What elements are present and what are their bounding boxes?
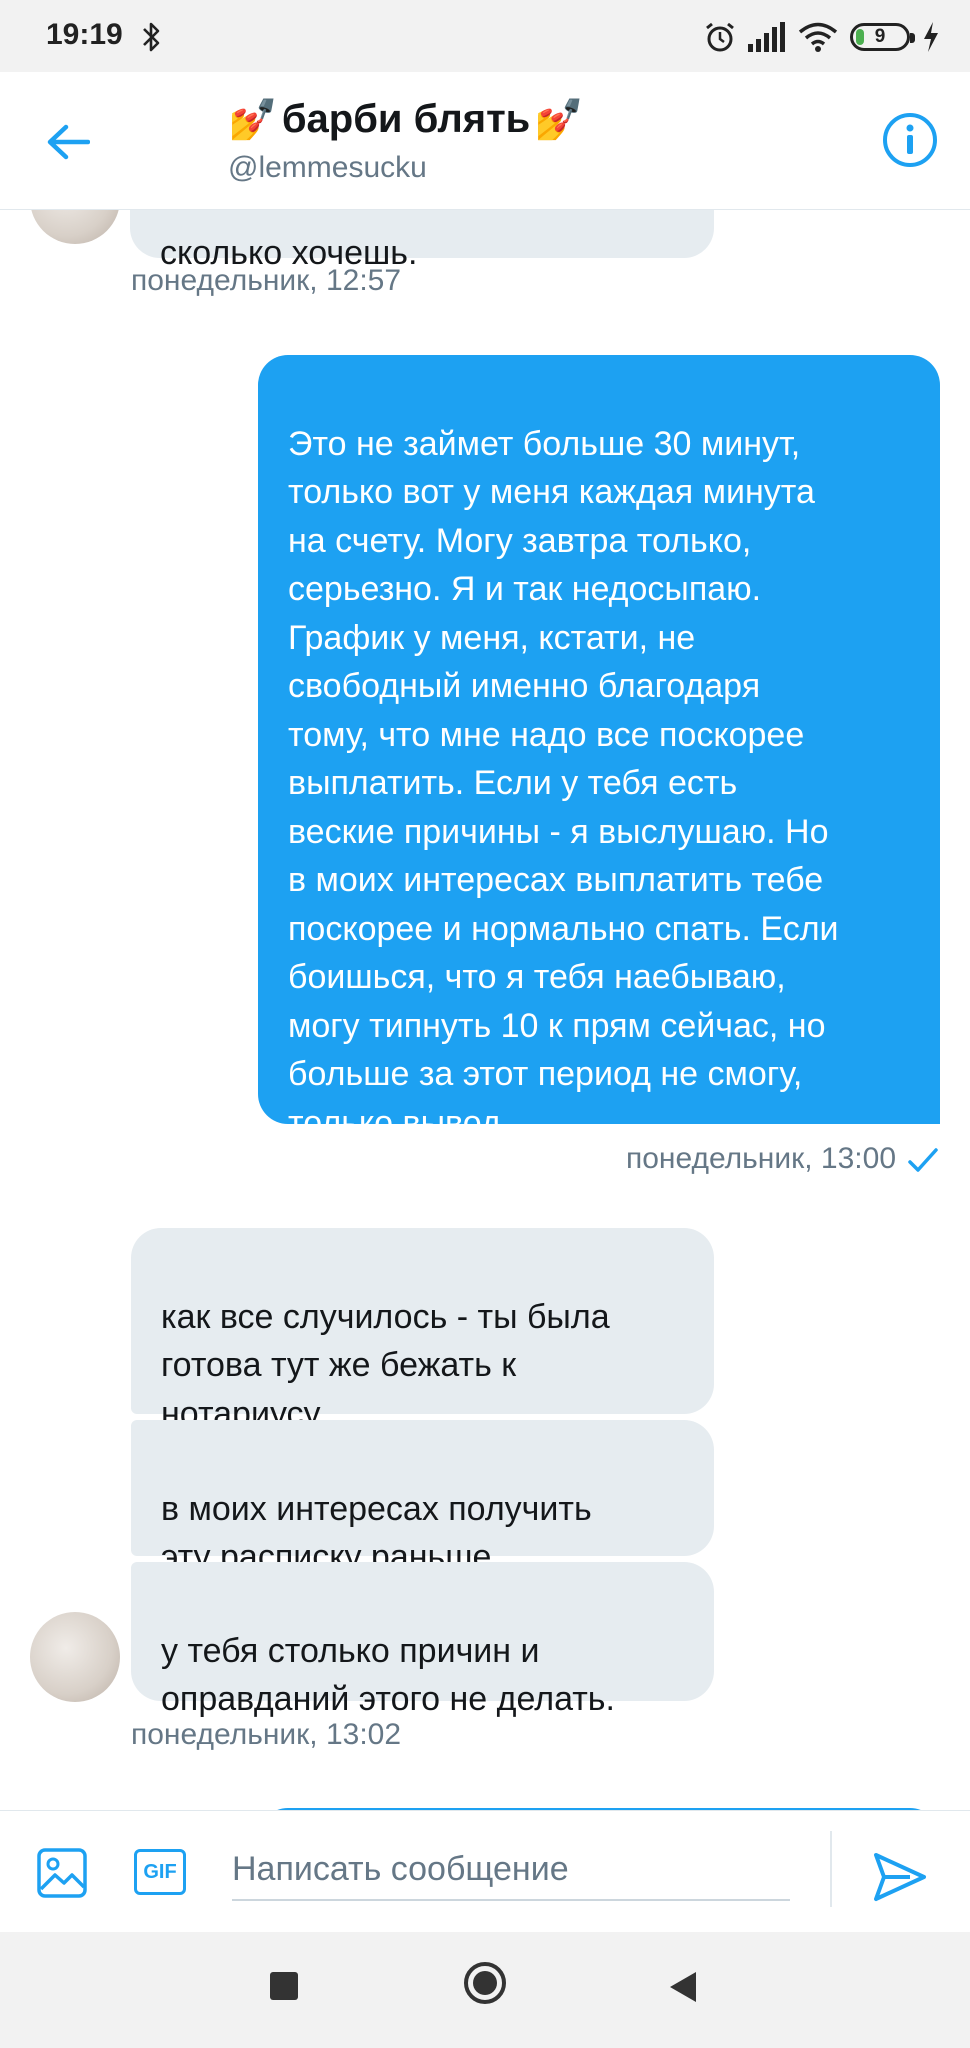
incoming-message-bubble[interactable]: сколько хочешь. bbox=[130, 210, 714, 272]
display-name: барби блять bbox=[281, 97, 531, 141]
user-handle: @lemmesucku bbox=[228, 151, 427, 184]
bluetooth-icon bbox=[143, 22, 160, 52]
gif-button[interactable]: GIF bbox=[134, 1849, 186, 1895]
wifi-icon bbox=[798, 22, 838, 52]
composer-divider bbox=[830, 1831, 832, 1907]
message-composer: GIF bbox=[0, 1810, 970, 1932]
incoming-message-bubble[interactable]: в моих интересах получить эту расписку р… bbox=[131, 1420, 714, 1576]
message-text: как все случилось - ты была готова тут ж… bbox=[161, 1297, 610, 1433]
avatar[interactable] bbox=[30, 1612, 120, 1702]
battery-level: 9 bbox=[874, 26, 886, 47]
avatar[interactable] bbox=[30, 210, 120, 244]
gif-label: GIF bbox=[143, 1860, 177, 1883]
info-icon[interactable] bbox=[880, 110, 940, 170]
message-list[interactable]: сколько хочешь. понедельник, 12:57 Это н… bbox=[0, 210, 970, 1810]
sent-check-icon bbox=[908, 1148, 938, 1172]
home-icon[interactable] bbox=[462, 1960, 508, 2006]
nail-polish-emoji-left: 💅 bbox=[228, 98, 278, 142]
alarm-icon bbox=[706, 22, 734, 52]
status-bar: 19:19 9 bbox=[0, 0, 970, 72]
back-nav-icon[interactable] bbox=[668, 1970, 698, 2004]
back-button[interactable] bbox=[40, 114, 96, 170]
message-text: Это не займет больше 30 минут, только во… bbox=[288, 424, 839, 1142]
message-timestamp: понедельник, 13:02 bbox=[131, 1718, 402, 1751]
status-time: 19:19 bbox=[46, 18, 123, 51]
message-timestamp: понедельник, 12:57 bbox=[131, 264, 402, 297]
conversation-title-block[interactable]: 💅 барби блять 💅 @lemmesucku bbox=[228, 96, 584, 185]
message-text: у тебя столько причин и оправданий этого… bbox=[161, 1631, 615, 1719]
message-input[interactable] bbox=[232, 1839, 790, 1901]
incoming-message-bubble[interactable]: как все случилось - ты была готова тут ж… bbox=[131, 1228, 714, 1433]
conversation-header: 💅 барби блять 💅 @lemmesucku bbox=[0, 72, 970, 210]
page-title: 💅 барби блять 💅 bbox=[228, 96, 584, 143]
media-button[interactable] bbox=[34, 1845, 90, 1901]
send-icon[interactable] bbox=[870, 1847, 930, 1907]
recent-apps-icon[interactable] bbox=[268, 1970, 300, 2002]
image-icon bbox=[37, 1848, 87, 1898]
incoming-message-bubble[interactable]: у тебя столько причин и оправданий этого… bbox=[131, 1562, 714, 1718]
status-icons: 9 bbox=[704, 20, 940, 54]
system-navigation-bar bbox=[0, 1932, 970, 2048]
charging-icon bbox=[924, 22, 938, 52]
outgoing-message-bubble[interactable]: Это не займет больше 30 минут, только во… bbox=[258, 355, 940, 1142]
nail-polish-emoji-right: 💅 bbox=[534, 98, 585, 142]
message-timestamp: понедельник, 13:00 bbox=[625, 1142, 896, 1175]
back-arrow-icon bbox=[47, 124, 90, 160]
battery-icon: 9 bbox=[850, 23, 915, 51]
signal-icon bbox=[748, 22, 785, 52]
